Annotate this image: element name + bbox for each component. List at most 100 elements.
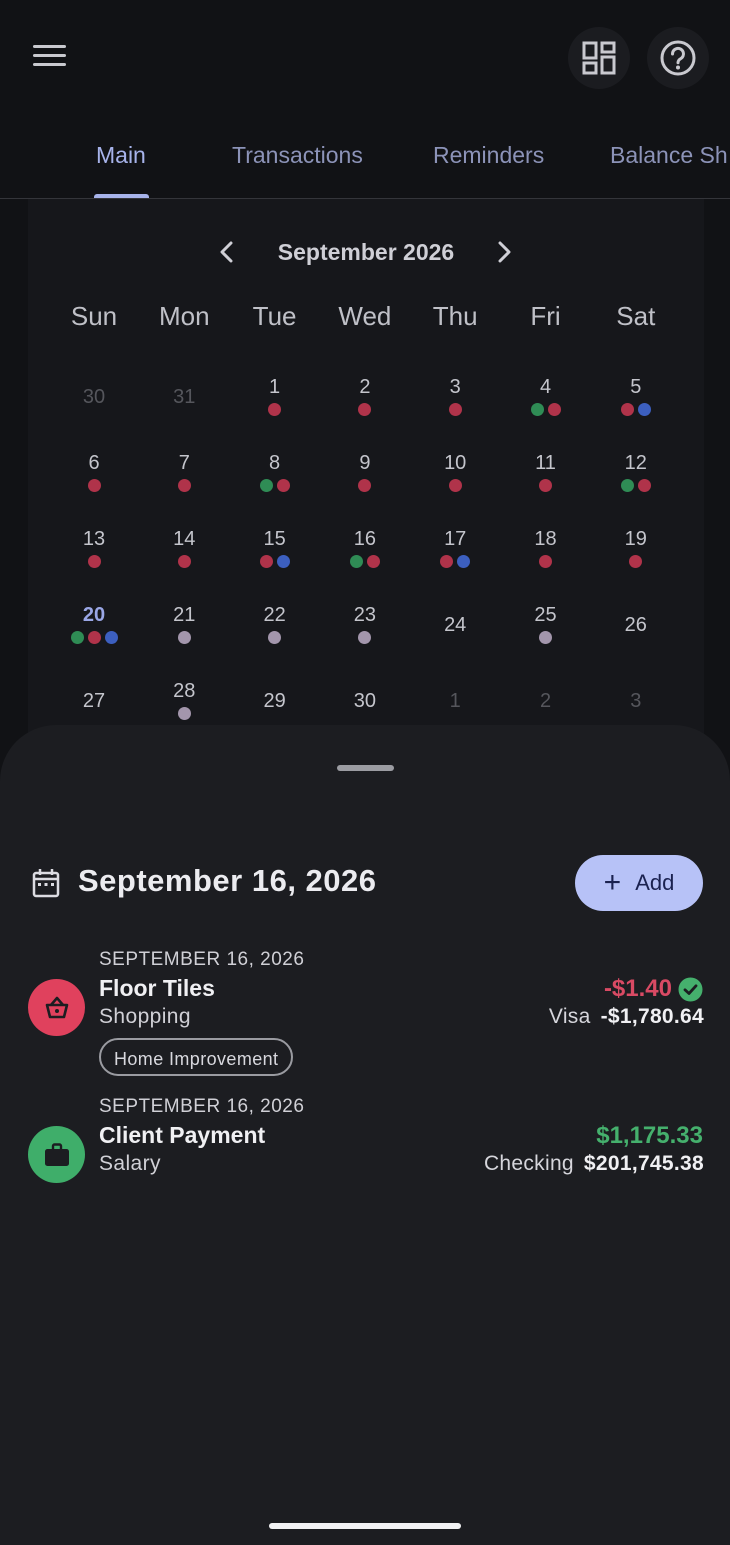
calendar-day[interactable]: 24 xyxy=(410,603,500,673)
event-dot-red xyxy=(87,479,101,492)
event-dots xyxy=(501,403,591,416)
day-number: 21 xyxy=(173,604,196,626)
day-details-sheet: September 16, 2026 + Add SEPTEMBER 16, 2… xyxy=(0,725,730,1545)
calendar-day[interactable]: 21 xyxy=(139,603,229,673)
weekday-label: Mon xyxy=(159,301,210,331)
tab-main[interactable]: Main xyxy=(96,142,146,169)
calendar-day[interactable]: 17 xyxy=(410,527,500,597)
event-dot-red xyxy=(440,555,454,568)
calendar-day[interactable]: 14 xyxy=(139,527,229,597)
event-dot-red xyxy=(87,555,101,568)
event-dot-blue xyxy=(276,555,290,568)
help-circle-icon[interactable] xyxy=(647,27,709,89)
event-dots xyxy=(320,555,410,568)
calendar-day[interactable]: 2 xyxy=(320,375,410,445)
transaction-name: Client Payment xyxy=(99,1122,266,1148)
day-number: 11 xyxy=(535,452,556,474)
day-number: 19 xyxy=(624,528,647,550)
tab-reminders[interactable]: Reminders xyxy=(433,142,544,169)
calendar-day[interactable]: 31 xyxy=(139,375,229,445)
transaction-category: Shopping xyxy=(99,1005,191,1028)
account-balance-value: -$1,780.64 xyxy=(600,1005,704,1028)
calendar-day[interactable]: 4 xyxy=(501,375,591,445)
calendar-day[interactable]: 30 xyxy=(49,375,139,445)
calendar-day[interactable]: 9 xyxy=(320,451,410,521)
event-dots xyxy=(591,555,681,568)
event-dots xyxy=(139,631,229,644)
event-dot-blue xyxy=(457,555,471,568)
check-circle-icon xyxy=(678,977,703,1001)
calendar-day[interactable]: 22 xyxy=(230,603,320,673)
dashboard-grid-icon-graphic xyxy=(582,41,616,75)
calendar-day[interactable]: 15 xyxy=(230,527,320,597)
transaction-tag[interactable]: Home Improvement xyxy=(99,1038,294,1076)
calendar-day[interactable]: 5 xyxy=(591,375,681,445)
calendar: September 2026 Sun Mon Tue Wed Thu Fri Sat 30 3… xyxy=(28,199,704,739)
calendar-day[interactable]: 16 xyxy=(320,527,410,597)
event-dot-red xyxy=(539,555,552,568)
event-dot-red xyxy=(358,479,372,492)
day-number: 22 xyxy=(263,604,286,626)
calendar-day[interactable]: 13 xyxy=(49,527,139,597)
transaction-name: Floor Tiles xyxy=(99,975,215,1001)
add-button-label: Add xyxy=(635,870,675,895)
event-dots xyxy=(49,631,139,644)
event-dot-red xyxy=(547,403,561,416)
weekday-label: Sat xyxy=(616,301,656,331)
day-number: 20 xyxy=(82,604,106,626)
calendar-day[interactable]: 1 xyxy=(230,375,320,445)
day-number: 5 xyxy=(630,376,642,398)
weekday-label: Fri xyxy=(530,301,561,331)
home-indicator xyxy=(269,1523,461,1529)
day-number: 26 xyxy=(624,614,647,636)
event-dot-green xyxy=(620,479,634,492)
day-number: 15 xyxy=(263,528,286,550)
day-number: 24 xyxy=(444,614,467,636)
dashboard-grid-icon[interactable] xyxy=(568,27,630,89)
day-number: 10 xyxy=(444,452,467,474)
day-number: 1 xyxy=(449,690,461,712)
tab-transactions[interactable]: Transactions xyxy=(232,142,363,169)
event-dots xyxy=(49,555,139,568)
calendar-day-today[interactable]: 20 xyxy=(49,603,139,673)
calendar-day[interactable]: 8 xyxy=(230,451,320,521)
chevron-right-icon[interactable] xyxy=(491,239,517,265)
active-tab-indicator xyxy=(94,194,149,198)
event-dot-blue xyxy=(104,631,118,644)
app-bar xyxy=(0,0,730,112)
calendar-day[interactable]: 23 xyxy=(320,603,410,673)
transaction-row[interactable]: SEPTEMBER 16, 2026 Floor Tiles Shopping … xyxy=(0,945,730,1085)
calendar-day[interactable]: 12 xyxy=(591,451,681,521)
add-button[interactable]: + Add xyxy=(575,855,703,911)
weekday-label: Wed xyxy=(338,301,392,331)
day-number: 18 xyxy=(534,528,557,550)
hamburger-menu-icon[interactable] xyxy=(30,40,70,72)
event-dot-red xyxy=(629,555,643,568)
day-number: 13 xyxy=(82,528,106,550)
day-number: 14 xyxy=(173,528,196,550)
transaction-amount-value: $1,175.33 xyxy=(596,1122,703,1149)
calendar-day[interactable]: 11 xyxy=(501,451,591,521)
calendar-day[interactable]: 10 xyxy=(410,451,500,521)
calendar-day[interactable]: 3 xyxy=(410,375,500,445)
event-dots xyxy=(49,479,139,492)
tab-bar: Main Transactions Reminders Balance Sh xyxy=(0,112,730,199)
calendar-day[interactable]: 25 xyxy=(501,603,591,673)
event-dot-red xyxy=(366,555,380,568)
calendar-icon xyxy=(32,869,60,898)
day-number: 8 xyxy=(269,452,281,474)
calendar-day[interactable]: 19 xyxy=(591,527,681,597)
calendar-day[interactable]: 7 xyxy=(139,451,229,521)
event-dot-red xyxy=(448,403,462,416)
calendar-day[interactable]: 18 xyxy=(501,527,591,597)
event-dots xyxy=(591,479,681,492)
day-number: 29 xyxy=(263,690,286,712)
tab-balance-sheet[interactable]: Balance Sh xyxy=(610,142,728,169)
calendar-day[interactable]: 26 xyxy=(591,603,681,673)
calendar-day[interactable]: 6 xyxy=(49,451,139,521)
event-dot-red xyxy=(87,631,101,644)
drag-handle[interactable] xyxy=(337,765,394,771)
event-dot-green xyxy=(349,555,363,568)
transaction-row[interactable]: SEPTEMBER 16, 2026 Client Payment Salary… xyxy=(0,1092,730,1192)
day-number: 7 xyxy=(178,452,190,474)
